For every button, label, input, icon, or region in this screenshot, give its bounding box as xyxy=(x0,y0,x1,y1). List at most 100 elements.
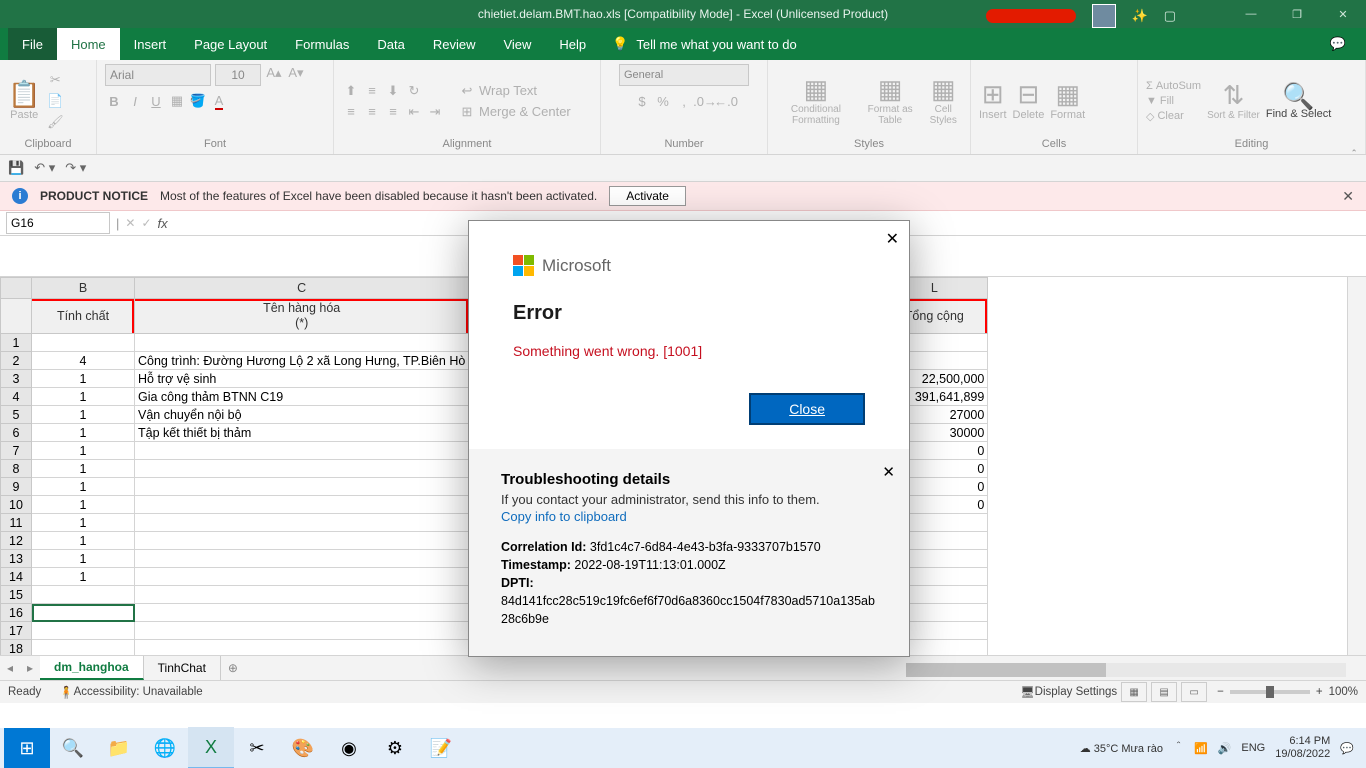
merge-center-button[interactable]: ⊞Merge & Center xyxy=(458,103,571,121)
sort-filter-button[interactable]: ⇅Sort & Filter xyxy=(1207,82,1260,121)
share-button[interactable]: 💬 xyxy=(1330,28,1346,60)
edge-icon[interactable]: 🌐 xyxy=(142,728,188,768)
currency-icon[interactable]: $ xyxy=(633,92,651,110)
horizontal-scrollbar[interactable] xyxy=(906,663,1346,677)
cell[interactable] xyxy=(135,586,469,604)
paint-icon[interactable]: 🎨 xyxy=(280,728,326,768)
paste-button[interactable]: 📋Paste xyxy=(8,81,40,121)
decrease-indent-icon[interactable]: ⇤ xyxy=(405,103,423,121)
tab-page-layout[interactable]: Page Layout xyxy=(180,28,281,60)
view-page-break-button[interactable]: ▭ xyxy=(1181,682,1207,702)
row-header[interactable]: 2 xyxy=(1,352,32,370)
cell[interactable]: 1 xyxy=(32,442,135,460)
display-settings-icon[interactable]: 🖥 xyxy=(1020,685,1035,699)
view-normal-button[interactable]: ▦ xyxy=(1121,682,1147,702)
cell[interactable]: 1 xyxy=(32,514,135,532)
wrap-text-button[interactable]: ↩Wrap Text xyxy=(458,82,571,100)
bold-button[interactable]: B xyxy=(105,92,123,110)
tab-data[interactable]: Data xyxy=(363,28,418,60)
cell[interactable]: 1 xyxy=(32,388,135,406)
cell[interactable]: 1 xyxy=(32,406,135,424)
chrome-icon[interactable]: ◉ xyxy=(326,728,372,768)
notice-close-icon[interactable]: ✕ xyxy=(1342,188,1354,205)
tab-file[interactable]: File xyxy=(8,28,57,60)
fx-icon[interactable]: fx xyxy=(158,216,168,231)
user-avatar[interactable] xyxy=(1092,4,1116,28)
add-sheet-button[interactable]: ⊕ xyxy=(221,656,245,680)
row-header[interactable]: 5 xyxy=(1,406,32,424)
align-middle-icon[interactable]: ≡ xyxy=(363,82,381,100)
zoom-out-button[interactable]: − xyxy=(1217,686,1224,698)
cell[interactable]: 1 xyxy=(32,550,135,568)
cell[interactable] xyxy=(135,604,469,622)
tab-formulas[interactable]: Formulas xyxy=(281,28,363,60)
row-header[interactable]: 14 xyxy=(1,568,32,586)
cell[interactable] xyxy=(135,334,469,352)
tab-help[interactable]: Help xyxy=(545,28,600,60)
tab-insert[interactable]: Insert xyxy=(120,28,181,60)
font-size-input[interactable] xyxy=(215,64,261,86)
zoom-in-button[interactable]: + xyxy=(1316,686,1323,698)
cell[interactable] xyxy=(135,460,469,478)
row-header[interactable]: 6 xyxy=(1,424,32,442)
cell[interactable] xyxy=(135,514,469,532)
display-mode-icon[interactable]: ▢ xyxy=(1164,8,1176,24)
row-header[interactable]: 3 xyxy=(1,370,32,388)
display-settings-label[interactable]: Display Settings xyxy=(1035,686,1117,698)
fill-button[interactable]: ▼ Fill xyxy=(1146,95,1201,107)
cell[interactable] xyxy=(135,442,469,460)
cell[interactable]: 1 xyxy=(32,370,135,388)
enter-icon[interactable]: ✓ xyxy=(141,216,151,230)
cell[interactable] xyxy=(135,496,469,514)
row-header[interactable]: 18 xyxy=(1,640,32,656)
cell[interactable]: Tập kết thiết bị thảm xyxy=(135,424,469,442)
row-header[interactable]: 17 xyxy=(1,622,32,640)
row-header[interactable]: 11 xyxy=(1,514,32,532)
align-bottom-icon[interactable]: ⬇ xyxy=(384,82,402,100)
align-right-icon[interactable]: ≡ xyxy=(384,103,402,121)
redo-button[interactable]: ↷ ▾ xyxy=(65,160,86,176)
close-window-button[interactable]: ✕ xyxy=(1320,0,1366,28)
format-painter-icon[interactable]: 🖌 xyxy=(46,113,64,131)
vertical-scrollbar[interactable] xyxy=(1347,277,1366,655)
decrease-decimal-icon[interactable]: ←.0 xyxy=(717,92,735,110)
save-button[interactable]: 💾 xyxy=(8,160,24,176)
cell[interactable]: 1 xyxy=(32,496,135,514)
find-select-button[interactable]: 🔍Find & Select xyxy=(1266,83,1331,120)
underline-button[interactable]: U xyxy=(147,92,165,110)
cell[interactable]: 1 xyxy=(32,478,135,496)
cell[interactable] xyxy=(32,586,135,604)
tab-review[interactable]: Review xyxy=(419,28,490,60)
font-color-button[interactable]: A xyxy=(210,92,228,110)
magic-icon[interactable]: ✨ xyxy=(1132,8,1148,24)
row-header[interactable]: 13 xyxy=(1,550,32,568)
wifi-icon[interactable]: 📶 xyxy=(1194,742,1208,755)
troubleshoot-close-icon[interactable]: ✕ xyxy=(882,463,895,481)
sheet-tab-other[interactable]: TinhChat xyxy=(144,656,221,680)
format-table-button[interactable]: ▦Format as Table xyxy=(862,76,919,126)
fill-color-button[interactable]: 🪣 xyxy=(189,92,207,110)
undo-button[interactable]: ↶ ▾ xyxy=(34,160,55,176)
cell[interactable] xyxy=(135,622,469,640)
percent-icon[interactable]: % xyxy=(654,92,672,110)
view-page-layout-button[interactable]: ▤ xyxy=(1151,682,1177,702)
cell[interactable] xyxy=(32,334,135,352)
align-top-icon[interactable]: ⬆ xyxy=(342,82,360,100)
cell[interactable]: Gia công thảm BTNN C19 xyxy=(135,388,469,406)
cell[interactable] xyxy=(135,532,469,550)
cell[interactable]: 1 xyxy=(32,568,135,586)
maximize-button[interactable]: ❐ xyxy=(1274,0,1320,28)
insert-button[interactable]: ⊞Insert xyxy=(979,81,1007,121)
cell[interactable] xyxy=(32,604,135,622)
cancel-icon[interactable]: ✕ xyxy=(125,216,135,230)
col-header[interactable]: C xyxy=(135,278,469,299)
notepad-icon[interactable]: 📝 xyxy=(418,728,464,768)
col-header[interactable]: B xyxy=(32,278,135,299)
clear-button[interactable]: ◇ Clear xyxy=(1146,110,1201,123)
row-header[interactable]: 1 xyxy=(1,334,32,352)
orientation-icon[interactable]: ↻ xyxy=(405,82,423,100)
activate-button[interactable]: Activate xyxy=(609,186,686,206)
snip-icon[interactable]: ✂ xyxy=(234,728,280,768)
tab-view[interactable]: View xyxy=(489,28,545,60)
cell[interactable]: 1 xyxy=(32,460,135,478)
